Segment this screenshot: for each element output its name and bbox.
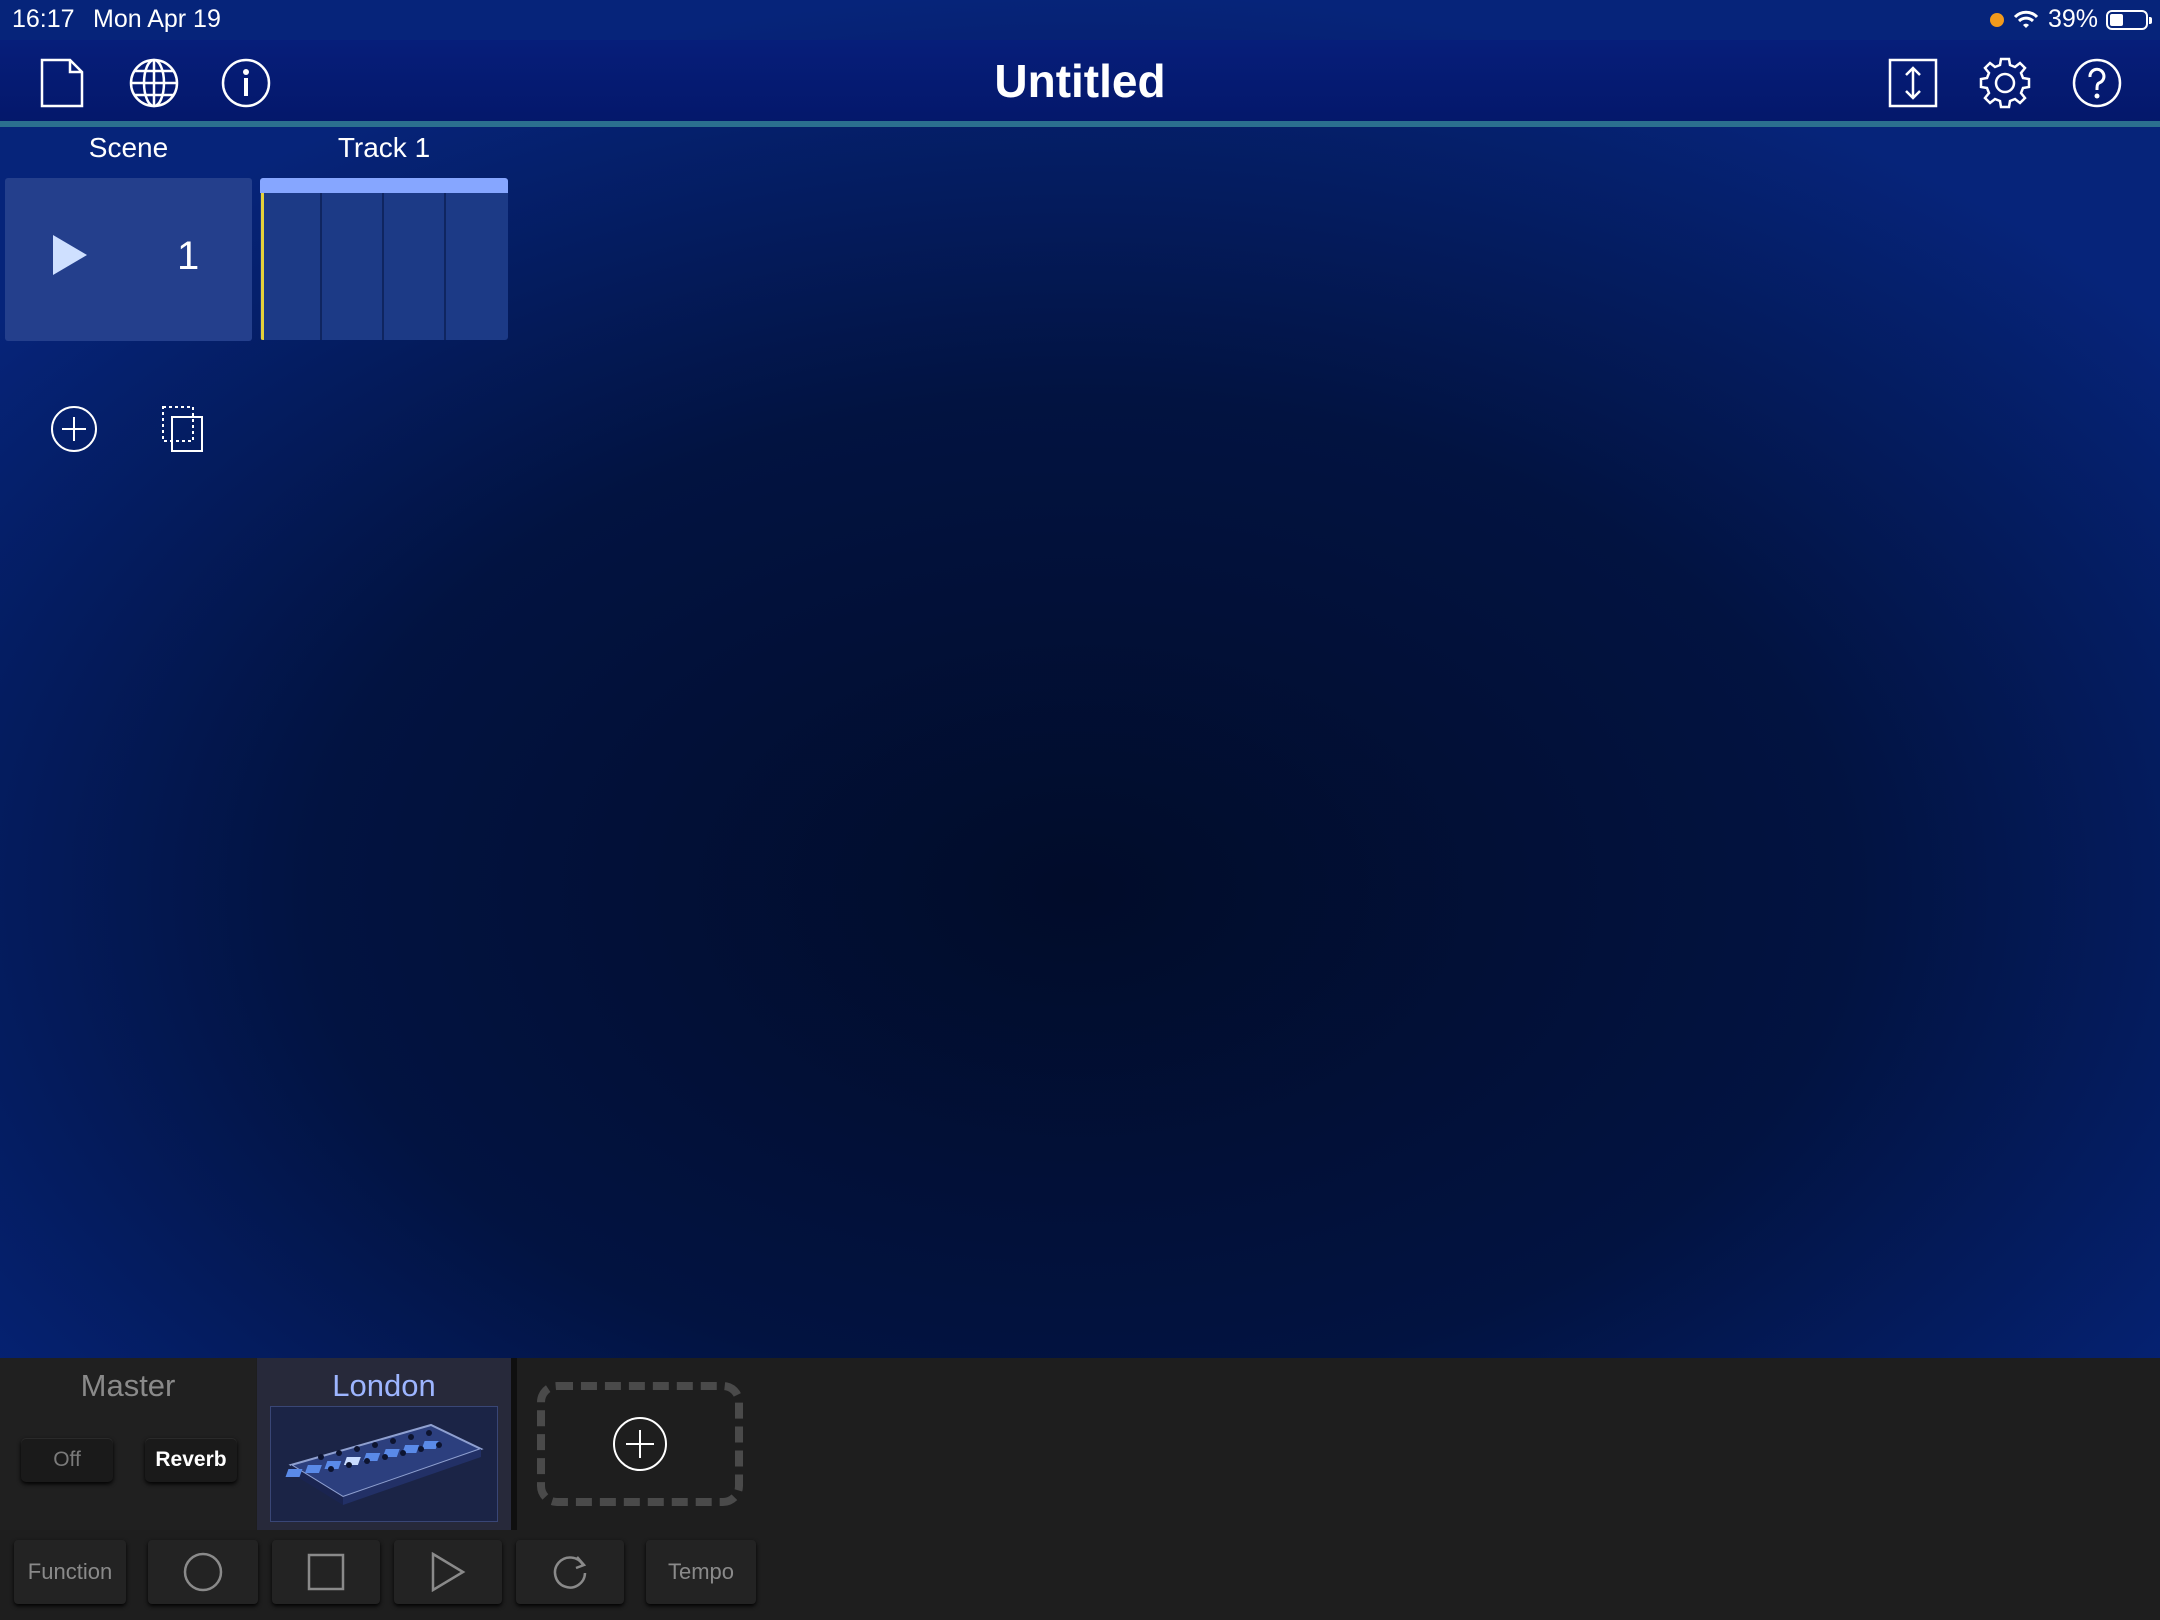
gear-icon[interactable] bbox=[1977, 55, 2033, 111]
play-icon bbox=[431, 1552, 466, 1592]
master-channel[interactable]: Master Off Reverb bbox=[0, 1358, 256, 1530]
clip-bar-segment bbox=[322, 193, 384, 340]
clip-header-bar bbox=[260, 178, 508, 193]
instrument-name: London bbox=[332, 1368, 436, 1403]
add-instrument-icon[interactable] bbox=[612, 1416, 668, 1472]
reverb-button[interactable]: Reverb bbox=[145, 1438, 237, 1482]
tempo-button[interactable]: Tempo bbox=[646, 1540, 756, 1604]
master-label: Master bbox=[80, 1368, 176, 1403]
bottom-panel: Master Off Reverb London Function Tempo bbox=[0, 1358, 2160, 1620]
function-button[interactable]: Function bbox=[14, 1540, 126, 1604]
off-button[interactable]: Off bbox=[21, 1438, 113, 1482]
drum-machine-thumbnail[interactable] bbox=[270, 1406, 498, 1522]
add-scene-icon[interactable] bbox=[50, 405, 98, 453]
scene-number: 1 bbox=[177, 234, 200, 278]
duplicate-scene-icon[interactable] bbox=[160, 405, 206, 453]
track-clip-cell[interactable] bbox=[260, 178, 508, 340]
battery-icon bbox=[2106, 9, 2152, 30]
status-bar: 16:17 Mon Apr 19 39% bbox=[0, 0, 2160, 40]
status-indicators: 39% bbox=[1989, 5, 2152, 34]
loop-button[interactable] bbox=[516, 1540, 624, 1604]
toolbar-divider bbox=[0, 121, 2160, 127]
clip-bar-segment bbox=[260, 193, 322, 340]
add-instrument-slot[interactable] bbox=[537, 1382, 743, 1506]
track-column-header[interactable]: Track 1 bbox=[260, 132, 508, 164]
resize-icon[interactable] bbox=[1885, 55, 1941, 111]
battery-percent: 39% bbox=[2047, 5, 2098, 33]
document-title: Untitled bbox=[994, 55, 1166, 107]
help-icon[interactable] bbox=[2069, 55, 2125, 111]
status-time: 16:17 bbox=[12, 5, 75, 33]
recording-indicator-dot bbox=[1989, 12, 2004, 27]
status-date: Mon Apr 19 bbox=[93, 5, 221, 33]
clip-bar-segment bbox=[384, 193, 446, 340]
play-scene-icon[interactable] bbox=[53, 235, 87, 275]
record-icon bbox=[183, 1552, 223, 1592]
playhead-cursor bbox=[261, 193, 264, 340]
loop-icon bbox=[553, 1556, 587, 1589]
wifi-icon bbox=[2013, 10, 2039, 28]
panel-separator bbox=[511, 1358, 517, 1530]
stop-icon bbox=[307, 1553, 345, 1591]
top-toolbar: Untitled bbox=[0, 40, 2160, 126]
scene-column-header: Scene bbox=[88, 132, 169, 163]
play-button[interactable] bbox=[394, 1540, 502, 1604]
scene-launch-cell[interactable]: 1 bbox=[5, 178, 252, 341]
stop-button[interactable] bbox=[272, 1540, 380, 1604]
instrument-slot-london[interactable]: London bbox=[257, 1358, 511, 1530]
record-button[interactable] bbox=[148, 1540, 258, 1604]
